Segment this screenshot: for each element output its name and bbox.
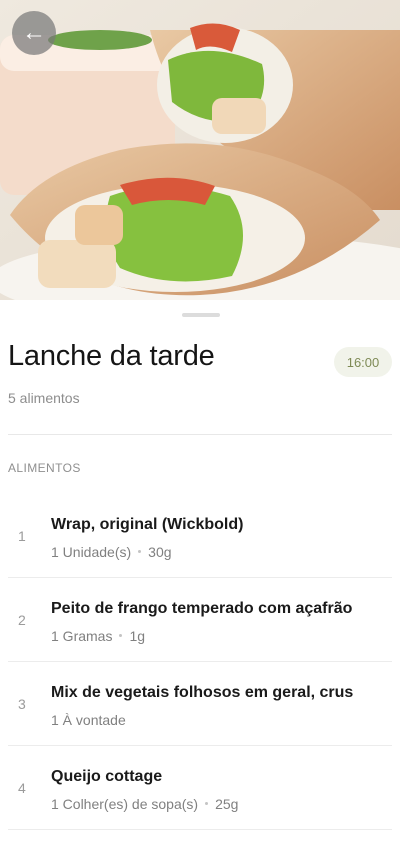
divider [8,434,392,435]
food-name: Mix de vegetais folhosos em geral, crus [51,684,354,701]
food-quantity: 1 Unidade(s) [51,544,132,560]
food-quantity: 1 À vontade [51,712,126,728]
food-item[interactable]: 3 Mix de vegetais folhosos em geral, cru… [0,662,400,746]
separator-dot [138,550,142,554]
food-count: 5 alimentos [8,390,80,406]
separator-dot [119,634,123,638]
food-name: Wrap, original (Wickbold) [51,516,244,533]
section-label: ALIMENTOS [8,461,81,475]
back-button[interactable]: ← [12,11,56,55]
food-detail: 1 Gramas 1g [51,628,145,644]
food-quantity: 1 Colher(es) de sopa(s) [51,796,199,812]
food-index: 4 [18,780,26,796]
food-item[interactable]: 4 Queijo cottage 1 Colher(es) de sopa(s)… [0,746,400,830]
meal-title: Lanche da tarde [8,340,215,372]
food-name: Peito de frango temperado com açafrão [51,600,353,617]
food-index: 1 [18,528,26,544]
food-quantity: 1 Gramas [51,628,113,644]
food-detail: 1 Unidade(s) 30g [51,544,172,560]
food-weight: 1g [129,628,146,644]
food-item[interactable]: 2 Peito de frango temperado com açafrão … [0,578,400,662]
food-detail: 1 Colher(es) de sopa(s) 25g [51,796,238,812]
food-item[interactable]: 1 Wrap, original (Wickbold) 1 Unidade(s)… [0,494,400,578]
food-index: 3 [18,696,26,712]
sheet-drag-handle[interactable] [182,313,220,317]
food-weight: 25g [215,796,239,812]
arrow-left-icon: ← [22,19,46,46]
food-index: 2 [18,612,26,628]
food-name: Queijo cottage [51,768,163,785]
separator-dot [205,802,209,806]
meal-time-badge: 16:00 [334,347,392,377]
meal-photo [0,0,400,300]
food-weight: 30g [148,544,172,560]
food-detail: 1 À vontade [51,712,126,728]
row-divider [8,829,392,830]
